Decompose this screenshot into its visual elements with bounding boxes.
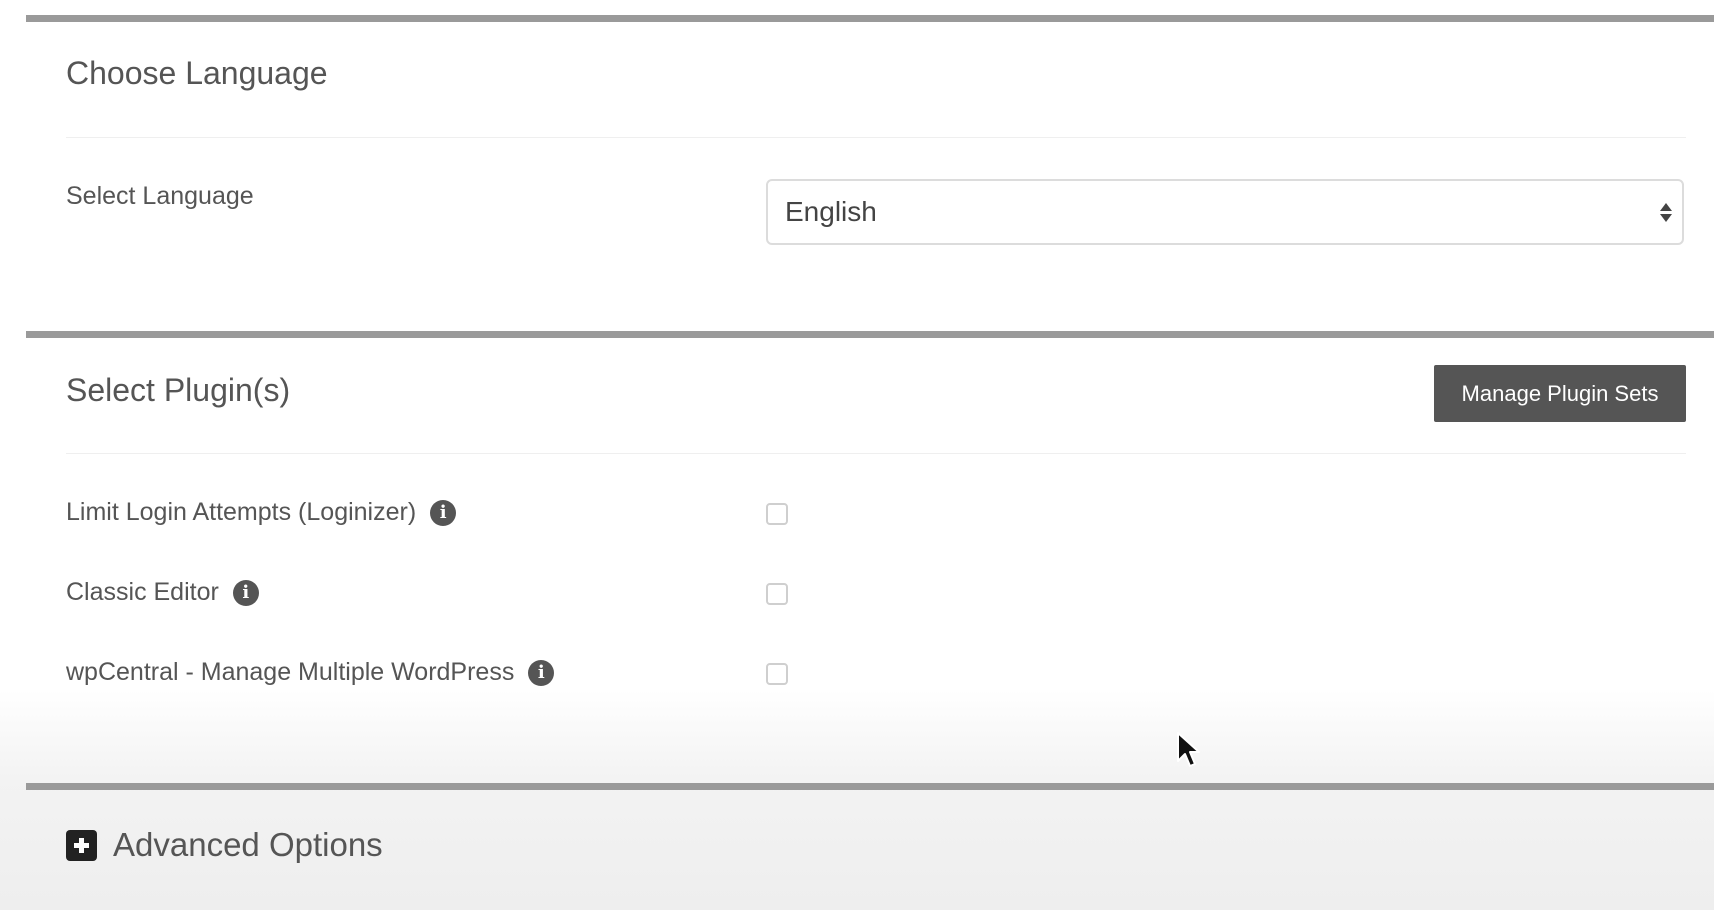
language-section-title: Choose Language [66, 55, 328, 91]
language-select-value: English [785, 196, 877, 227]
plugin-row-label: wpCentral - Manage Multiple WordPress i [66, 658, 555, 687]
plugin-checkbox-classic-editor[interactable] [766, 583, 788, 605]
section-divider-top [26, 15, 1714, 22]
section-divider-middle [26, 331, 1714, 338]
language-header-divider [66, 137, 1686, 138]
plugin-row-label: Classic Editor i [66, 578, 259, 607]
plugin-checkbox-wpcentral[interactable] [766, 663, 788, 685]
plugin-label-loginizer: Limit Login Attempts (Loginizer) [66, 498, 417, 526]
select-arrows-icon [1658, 202, 1674, 222]
bottom-fade [0, 690, 1714, 910]
select-language-label-text: Select Language [66, 182, 254, 210]
plugin-label-wpcentral: wpCentral - Manage Multiple WordPress [66, 658, 515, 686]
mouse-cursor-icon [1177, 732, 1200, 767]
plus-square-icon [66, 829, 97, 861]
plugins-section-title: Select Plugin(s) [66, 372, 291, 408]
advanced-options-toggle[interactable]: Advanced Options [66, 826, 383, 864]
plugins-header-divider [66, 453, 1686, 454]
info-icon[interactable]: i [232, 579, 259, 606]
advanced-options-label: Advanced Options [113, 826, 383, 863]
plugin-label-classic-editor: Classic Editor [66, 578, 219, 606]
section-divider-bottom [26, 783, 1714, 790]
info-icon[interactable]: i [528, 659, 555, 686]
select-language-label: Select Language [66, 182, 254, 211]
manage-plugin-sets-button[interactable]: Manage Plugin Sets [1434, 365, 1686, 422]
language-select[interactable]: English [766, 179, 1684, 245]
info-icon[interactable]: i [430, 499, 457, 526]
plugin-row-label: Limit Login Attempts (Loginizer) i [66, 498, 457, 527]
plugin-checkbox-loginizer[interactable] [766, 503, 788, 525]
